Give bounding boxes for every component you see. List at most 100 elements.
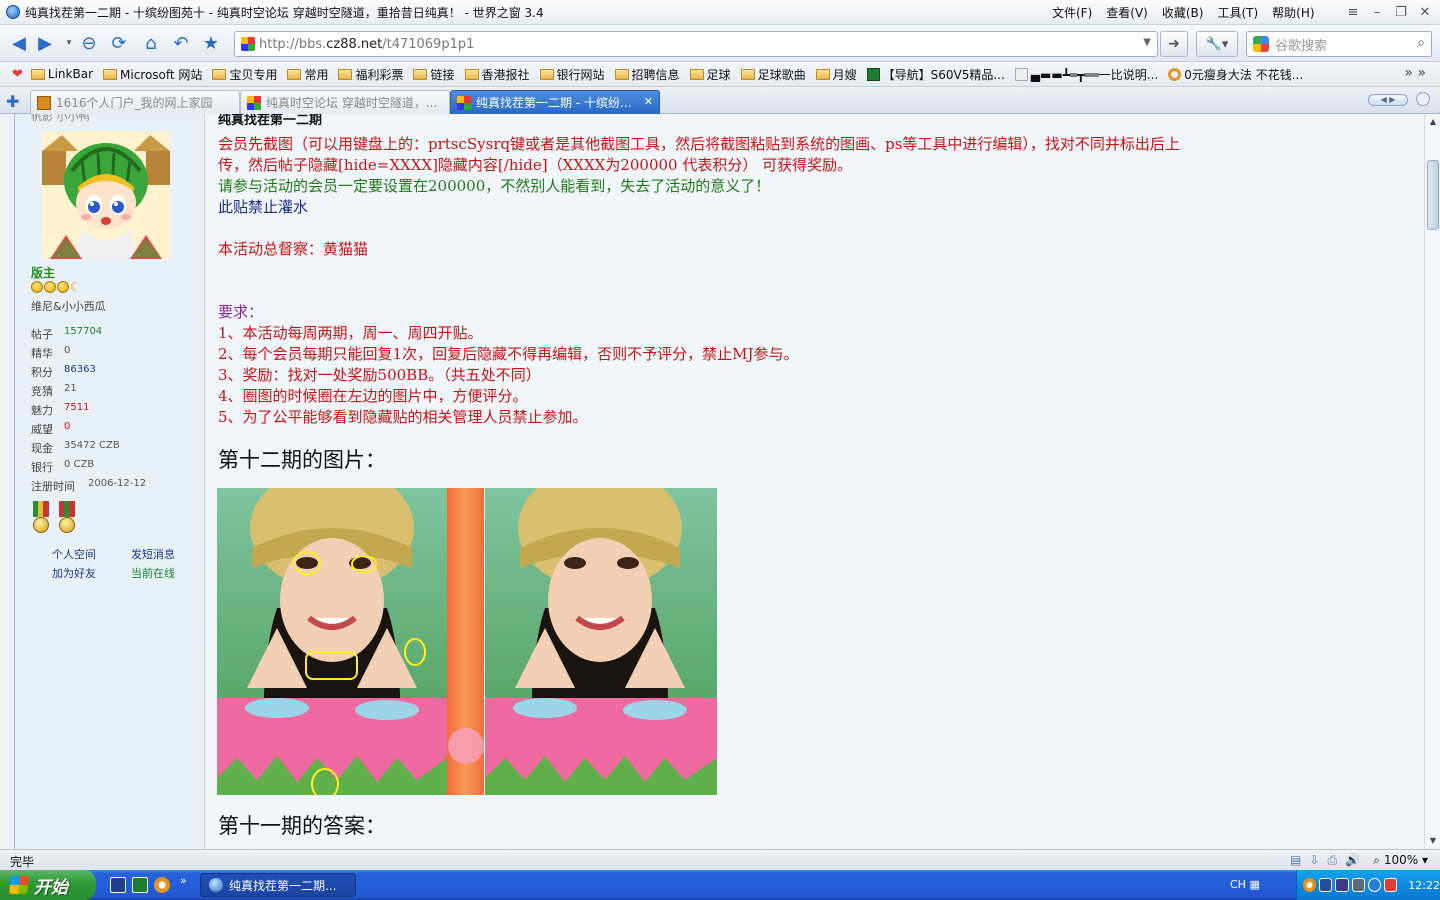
page-icon	[1014, 67, 1028, 81]
display-icon[interactable]	[1335, 878, 1349, 892]
history-dropdown-icon[interactable]: ▾	[58, 32, 80, 54]
tab-menu-icon[interactable]	[1416, 92, 1430, 106]
scroll-thumb[interactable]	[1427, 160, 1439, 230]
tab-scroll-control[interactable]: ◀ ▶	[1368, 94, 1408, 106]
folder-icon	[815, 68, 830, 80]
start-button[interactable]: 开始	[0, 870, 96, 900]
bookmark-item[interactable]: 招聘信息	[614, 66, 680, 83]
bookmark-item[interactable]: Microsoft 网站	[103, 66, 202, 83]
tools-button[interactable]: 🔧▾	[1196, 31, 1238, 57]
bookmark-item[interactable]: 0元瘦身大法 不花钱...	[1168, 66, 1303, 83]
search-box[interactable]: 谷歌搜索 ⌕	[1246, 31, 1432, 57]
section-heading: 第十二期的图片：	[218, 448, 386, 472]
minimize-icon[interactable]: –	[1368, 3, 1386, 21]
menu-favorites[interactable]: 收藏(B)	[1162, 4, 1204, 21]
page-icon	[866, 67, 880, 81]
bookmark-item[interactable]: 月嫂	[815, 66, 857, 83]
bookmarks-overflow-icon[interactable]: » »	[1404, 65, 1426, 81]
tray-browser-icon[interactable]	[1303, 878, 1317, 892]
personal-space-link[interactable]: 个人空间	[52, 546, 96, 562]
keyboard-icon: ▦	[1249, 878, 1260, 891]
browser-quicklaunch-icon[interactable]	[154, 877, 170, 893]
shield-icon[interactable]	[1384, 878, 1398, 892]
close-icon[interactable]: ✕	[1416, 3, 1434, 21]
address-url[interactable]: http://bbs.cz88.net/t471069p1p1	[259, 37, 474, 52]
post-text: 会员先截图（可以用键盘上的：prtscSysrq键或者是其他截图工具，然后将截图…	[218, 135, 1180, 153]
menu-tools[interactable]: 工具(T)	[1217, 4, 1258, 21]
page-icon	[1168, 67, 1182, 81]
user-nickname: 维尼&小小西瓜	[31, 300, 106, 313]
folder-icon	[30, 68, 45, 80]
scroll-down-icon[interactable]: ▼	[1426, 834, 1440, 848]
favorites-heart-icon[interactable]: ❤	[12, 67, 23, 82]
bookmark-item[interactable]: LinkBar	[30, 67, 93, 81]
add-friend-link[interactable]: 加为好友	[52, 565, 96, 581]
tab-current-post[interactable]: 纯真找茬第一二期 - 十缤纷... ✕	[450, 90, 660, 114]
print-icon[interactable]: ⎙	[1327, 853, 1337, 868]
excel-icon[interactable]	[132, 877, 148, 893]
speaker-icon[interactable]	[1351, 878, 1365, 892]
favorite-star-icon[interactable]: ★	[200, 32, 222, 54]
stat-row: 注册时间 2006-12-12	[31, 478, 147, 493]
send-message-link[interactable]: 发短消息	[131, 546, 175, 562]
title-bar: 纯真找茬第一二期 - 十缤纷图苑十 - 纯真时空论坛 穿越时空隧道，重拾昔日纯真…	[0, 0, 1440, 25]
network-icon[interactable]	[1319, 878, 1333, 892]
menu-list-icon[interactable]: ≡	[1344, 3, 1362, 21]
tab-forum[interactable]: 纯真时空论坛 穿越时空隧道，...	[240, 90, 450, 114]
quicklaunch-icon[interactable]	[110, 877, 126, 893]
author-name[interactable]: 帆影 小小鸭	[31, 114, 90, 124]
bookmark-item[interactable]: 【导航】S60V5精品...	[866, 66, 1005, 83]
site-favicon-icon	[241, 37, 255, 51]
home-icon[interactable]: ⌂	[140, 32, 162, 54]
bookmark-item[interactable]: ▄▬▬┻═┳══一比说明...	[1014, 66, 1158, 83]
refresh-icon[interactable]: ⟳	[108, 32, 130, 54]
post-text: 此贴禁止灌水	[218, 198, 309, 216]
status-bar: 完毕 ▤ ⇩ ⎙ 🔊 ⌕ 100% ▾	[0, 849, 1440, 870]
bookmark-item[interactable]: 足球歌曲	[740, 66, 806, 83]
address-dropdown-icon[interactable]: ▼	[1143, 37, 1151, 48]
stop-icon[interactable]: ⊖	[78, 32, 100, 54]
menu-help[interactable]: 帮助(H)	[1272, 4, 1314, 21]
scroll-up-icon[interactable]: ▲	[1426, 115, 1440, 129]
go-arrow-icon: ➜	[1168, 36, 1180, 52]
restore-icon[interactable]: ❐	[1392, 3, 1410, 21]
search-input[interactable]: 谷歌搜索	[1275, 35, 1327, 54]
page-content: 帆影 小小鸭 版主 ☾ 维尼&小小西瓜 帖子 157704 精华 0 积分 86…	[0, 114, 1424, 849]
taskbar-window-item[interactable]: 纯真找茬第一二期...	[200, 873, 356, 897]
tab-portal[interactable]: 1616个人门户_我的网上家园	[30, 90, 240, 114]
post-text: 请参与活动的会员一定要设置在200000，不然别人能看到，失去了活动的意义了！	[218, 177, 771, 195]
search-icon[interactable]: ⌕	[1417, 35, 1425, 51]
system-tray: 12:22	[1296, 870, 1440, 900]
undo-close-icon[interactable]: ↶	[170, 32, 192, 54]
volume-icon[interactable]: 🔊	[1345, 853, 1360, 868]
bookmark-item[interactable]: 宝贝专用	[212, 66, 277, 83]
language-indicator[interactable]: CH ▦	[1230, 878, 1260, 891]
bookmark-item[interactable]: 香港报社	[464, 66, 530, 83]
forward-icon[interactable]: ▶	[34, 32, 56, 54]
vertical-scrollbar[interactable]: ▲ ▼	[1424, 114, 1440, 849]
zoom-icon: ⌕	[1373, 853, 1384, 867]
menu-file[interactable]: 文件(F)	[1052, 4, 1092, 21]
post-text: 5、为了公平能够看到隐藏贴的相关管理人员禁止参加。	[218, 408, 588, 426]
zoom-level[interactable]: ⌕ 100% ▾	[1373, 853, 1428, 868]
spot-difference-image	[217, 488, 717, 795]
new-tab-icon[interactable]: ✚	[6, 92, 19, 111]
close-tab-icon[interactable]: ✕	[644, 95, 653, 108]
page-info-icon[interactable]: ▤	[1290, 853, 1301, 868]
bookmark-item[interactable]: 银行网站	[539, 66, 605, 83]
bookmark-item[interactable]: 福利彩票	[338, 66, 403, 83]
post-text: 要求：	[218, 303, 264, 321]
bookmark-item[interactable]: 常用	[287, 66, 328, 83]
go-button[interactable]: ➜	[1160, 31, 1188, 57]
bookmark-item[interactable]: 足球	[689, 66, 731, 83]
back-icon[interactable]: ◀	[8, 32, 30, 54]
quicklaunch-overflow-icon[interactable]: »	[180, 874, 187, 887]
folder-icon	[464, 68, 479, 80]
menu-view[interactable]: 查看(V)	[1106, 4, 1148, 21]
security-icon[interactable]	[1367, 878, 1382, 892]
download-icon[interactable]: ⇩	[1309, 853, 1319, 868]
bookmarks-bar: ❤ LinkBar Microsoft 网站 宝贝专用 常用 福利彩票 链接 香…	[0, 62, 1440, 87]
browser-logo-icon	[6, 5, 20, 19]
bookmark-item[interactable]: 链接	[413, 66, 455, 83]
address-bar[interactable]: http://bbs.cz88.net/t471069p1p1 ▼	[234, 31, 1158, 57]
